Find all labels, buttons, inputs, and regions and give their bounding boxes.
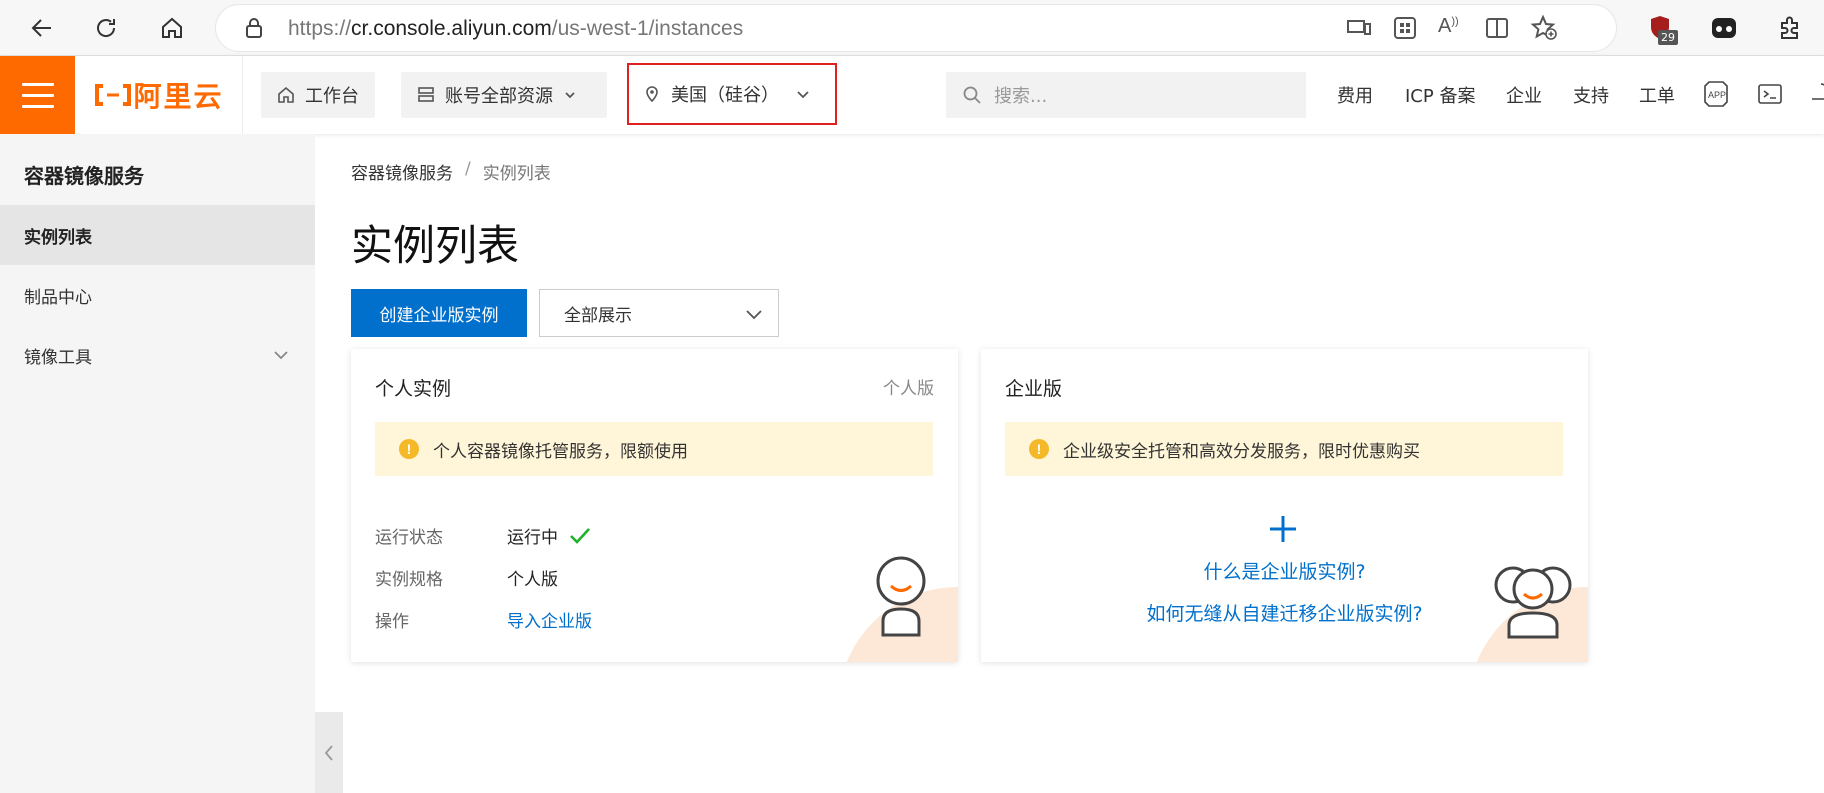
shield-extension-icon[interactable]: 29 bbox=[1640, 8, 1680, 48]
app-icon[interactable]: APP bbox=[1701, 78, 1731, 110]
notice-banner: ! 个人容器镜像托管服务，限额使用 bbox=[375, 422, 933, 476]
create-enterprise-instance-button[interactable]: 创建企业版实例 bbox=[351, 289, 527, 337]
breadcrumb: 容器镜像服务 / 实例列表 bbox=[351, 159, 551, 184]
read-aloud-icon[interactable]: A)) bbox=[1438, 15, 1459, 38]
sidebar-item-artifact-center[interactable]: 制品中心 bbox=[0, 265, 315, 325]
chevron-down-icon bbox=[565, 92, 575, 99]
reload-icon bbox=[97, 19, 116, 37]
display-filter-select[interactable]: 全部展示 bbox=[539, 289, 779, 337]
server-icon bbox=[418, 87, 434, 102]
terminal-icon[interactable] bbox=[1755, 78, 1785, 110]
workbench-label: 工作台 bbox=[305, 86, 359, 107]
link-support[interactable]: 支持 bbox=[1573, 82, 1609, 108]
url-scheme: https:// bbox=[288, 17, 352, 40]
sidebar-collapse-button[interactable] bbox=[315, 712, 343, 793]
extensions-puzzle-icon[interactable] bbox=[1770, 8, 1810, 48]
link-enterprise[interactable]: 企业 bbox=[1506, 82, 1542, 108]
link-icp[interactable]: ICP 备案 bbox=[1405, 82, 1475, 108]
favorite-star-icon[interactable] bbox=[1530, 14, 1558, 45]
svg-text:APP: APP bbox=[1708, 90, 1726, 100]
split-screen-icon[interactable] bbox=[1484, 15, 1510, 45]
status-value: 运行中 bbox=[507, 523, 592, 548]
notice-text: 企业级安全托管和高效分发服务，限时优惠购买 bbox=[1063, 441, 1420, 462]
sidebar-item-label: 实例列表 bbox=[24, 227, 92, 248]
link-fees[interactable]: 费用 bbox=[1337, 82, 1373, 108]
status-label: 运行状态 bbox=[375, 528, 443, 548]
workbench-button[interactable]: 工作台 bbox=[261, 72, 375, 118]
apps-icon[interactable] bbox=[1392, 15, 1418, 45]
breadcrumb-item-current: 实例列表 bbox=[482, 164, 551, 184]
aliyun-logo[interactable]: 阿里云 bbox=[75, 56, 243, 134]
chevron-down-icon bbox=[746, 310, 762, 320]
breadcrumb-separator: / bbox=[465, 159, 471, 179]
url-text: https://cr.console.aliyun.com/us-west-1/… bbox=[288, 17, 743, 41]
chevron-left-icon bbox=[324, 744, 333, 761]
home-button[interactable] bbox=[152, 8, 192, 48]
console-header: 阿里云 工作台 账号全部资源 美国（硅谷） 搜索... 费用 ICP 备案 企业… bbox=[0, 56, 1824, 134]
bell-icon[interactable] bbox=[1806, 78, 1824, 110]
browser-toolbar: https://cr.console.aliyun.com/us-west-1/… bbox=[0, 0, 1824, 56]
extension-badge: 29 bbox=[1658, 30, 1678, 45]
region-label: 美国（硅谷） bbox=[671, 85, 779, 106]
region-selector[interactable]: 美国（硅谷） bbox=[627, 63, 837, 125]
lock-icon bbox=[246, 18, 262, 38]
breadcrumb-item-service[interactable]: 容器镜像服务 bbox=[351, 159, 453, 184]
action-label: 操作 bbox=[375, 612, 409, 632]
plus-icon[interactable] bbox=[1268, 514, 1298, 544]
warning-icon: ! bbox=[1029, 439, 1049, 459]
notice-banner: ! 企业级安全托管和高效分发服务，限时优惠购买 bbox=[1005, 422, 1563, 476]
logo-text: 阿里云 bbox=[133, 80, 224, 113]
checkmark-icon bbox=[570, 527, 590, 544]
address-bar[interactable]: https://cr.console.aliyun.com/us-west-1/… bbox=[216, 5, 1616, 51]
location-pin-icon bbox=[646, 86, 658, 103]
enterprise-instance-card: 企业版 ! 企业级安全托管和高效分发服务，限时优惠购买 什么是企业版实例? 如何… bbox=[981, 349, 1588, 662]
resources-label: 账号全部资源 bbox=[445, 86, 553, 107]
url-path: /us-west-1/instances bbox=[551, 17, 744, 40]
spec-value: 个人版 bbox=[507, 570, 558, 590]
url-host: cr.console.aliyun.com bbox=[351, 17, 552, 40]
group-avatar-icon bbox=[1494, 566, 1572, 639]
sidebar-item-label: 镜像工具 bbox=[24, 347, 92, 368]
device-icon[interactable] bbox=[1346, 15, 1372, 45]
search-placeholder: 搜索... bbox=[994, 86, 1048, 107]
sidebar-item-instances[interactable]: 实例列表 bbox=[0, 205, 315, 265]
profile-extension-icon[interactable] bbox=[1704, 8, 1744, 48]
spec-label: 实例规格 bbox=[375, 570, 443, 590]
status-text: 运行中 bbox=[507, 528, 558, 548]
card-tag: 个人版 bbox=[883, 379, 934, 399]
search-input[interactable]: 搜索... bbox=[946, 72, 1306, 118]
aliyun-bracket-icon bbox=[95, 84, 132, 106]
search-icon bbox=[963, 86, 981, 104]
import-enterprise-link[interactable]: 导入企业版 bbox=[507, 607, 592, 632]
personal-instance-card: 个人实例 个人版 ! 个人容器镜像托管服务，限额使用 运行状态 运行中 实例规格… bbox=[351, 349, 958, 662]
sidebar-title: 容器镜像服务 bbox=[24, 164, 144, 188]
resources-dropdown[interactable]: 账号全部资源 bbox=[401, 72, 607, 118]
home-icon bbox=[278, 86, 294, 103]
warning-icon: ! bbox=[399, 439, 419, 459]
notice-text: 个人容器镜像托管服务，限额使用 bbox=[433, 441, 688, 462]
select-value: 全部展示 bbox=[564, 305, 632, 326]
chevron-down-icon bbox=[797, 91, 809, 99]
reload-button[interactable] bbox=[86, 8, 126, 48]
sidebar-item-label: 制品中心 bbox=[24, 287, 92, 308]
page-title: 实例列表 bbox=[351, 221, 520, 270]
person-avatar-icon bbox=[876, 556, 926, 637]
home-icon bbox=[162, 17, 182, 38]
chevron-down-icon bbox=[274, 351, 288, 360]
card-title: 个人实例 bbox=[375, 378, 452, 400]
link-ticket[interactable]: 工单 bbox=[1639, 82, 1675, 108]
back-button[interactable] bbox=[22, 8, 62, 48]
back-arrow-icon bbox=[31, 19, 51, 37]
card-title: 企业版 bbox=[1005, 378, 1063, 400]
menu-hamburger-button[interactable] bbox=[0, 56, 75, 134]
sidebar: 容器镜像服务 实例列表 制品中心 镜像工具 bbox=[0, 134, 315, 793]
sidebar-item-image-tools[interactable]: 镜像工具 bbox=[0, 325, 315, 385]
